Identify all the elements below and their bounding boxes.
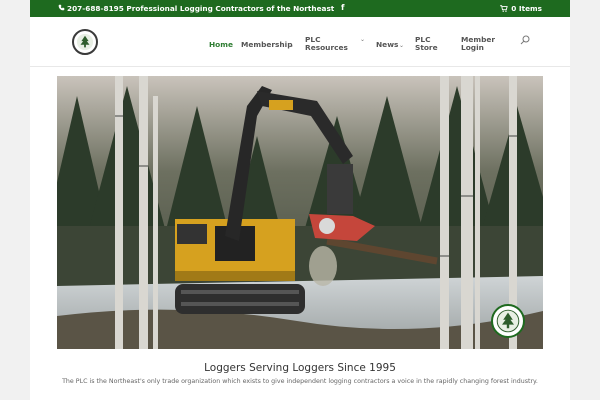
nav-member-login[interactable]: Member Login: [461, 36, 495, 52]
facebook-icon[interactable]: f: [341, 3, 344, 12]
chevron-down-icon: ⌄: [399, 42, 405, 49]
phone-icon: [58, 4, 65, 13]
hero-image: [57, 76, 543, 349]
forest-harvester-photo: [57, 76, 543, 349]
cart-icon: [500, 5, 508, 12]
nav-plc-store[interactable]: PLC Store: [415, 36, 439, 52]
chevron-down-icon: ⌄: [360, 36, 366, 43]
cart-count: 0 Items: [511, 4, 542, 13]
tree-icon: [76, 33, 94, 51]
nav-news[interactable]: News: [376, 41, 398, 49]
nav-plc-resources[interactable]: PLC Resources: [305, 36, 348, 52]
site-header: Home Membership ⌄ PLC Resources ⌄ News ⌄…: [30, 17, 570, 67]
phone-text: 207-688-8195 Professional Logging Contra…: [67, 4, 335, 13]
phone-contact[interactable]: 207-688-8195 Professional Logging Contra…: [58, 4, 334, 13]
nav-home[interactable]: Home: [209, 41, 233, 49]
search-icon[interactable]: [520, 35, 530, 45]
chevron-down-icon: ⌄: [289, 42, 295, 49]
description: The PLC is the Northeast's only trade or…: [62, 378, 538, 385]
plc-logo[interactable]: [72, 29, 98, 55]
cart-link[interactable]: 0 Items: [500, 4, 542, 13]
top-bar: 207-688-8195 Professional Logging Contra…: [30, 0, 570, 17]
nav-membership[interactable]: Membership: [241, 41, 293, 49]
plc-seal-logo: [491, 304, 525, 338]
tagline: Loggers Serving Loggers Since 1995: [204, 362, 396, 374]
page-frame: 207-688-8195 Professional Logging Contra…: [30, 0, 570, 400]
tree-icon: [496, 309, 520, 333]
